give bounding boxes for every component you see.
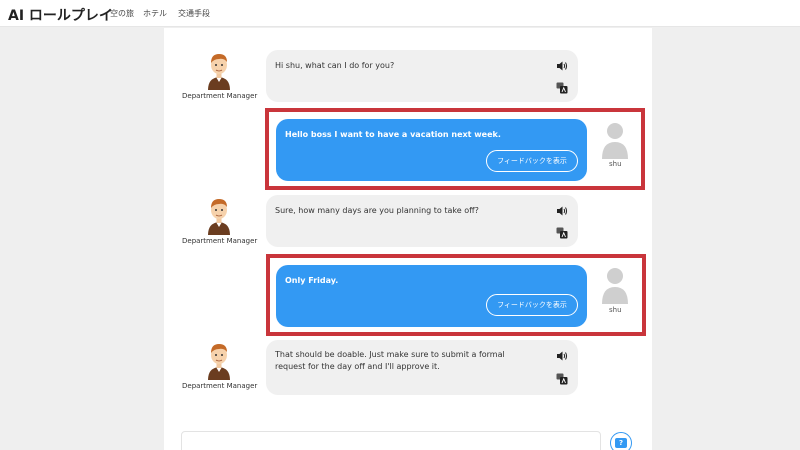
show-feedback-button[interactable]: フィードバックを表示 xyxy=(486,294,578,316)
translate-icon[interactable] xyxy=(556,373,568,385)
speaker-name-manager: Department Manager xyxy=(182,92,258,100)
nav-link-hotel[interactable]: ホテル xyxy=(143,8,167,19)
speaker-name-manager: Department Manager xyxy=(182,382,258,390)
nav-link-air-travel[interactable]: 空の旅 xyxy=(110,8,134,19)
translate-icon[interactable] xyxy=(556,82,568,94)
message-text-line-2: request for the day off and I'll approve… xyxy=(275,362,440,371)
nav-link-transportation[interactable]: 交通手段 xyxy=(178,8,210,19)
manager-avatar xyxy=(204,48,234,90)
assistant-message-bubble: Hi shu, what can I do for you? xyxy=(266,50,578,102)
assistant-message-bubble: That should be doable. Just make sure to… xyxy=(266,340,578,395)
help-icon: ? xyxy=(615,438,627,448)
speaker-icon[interactable] xyxy=(556,60,568,72)
user-avatar xyxy=(601,266,629,304)
translate-icon[interactable] xyxy=(556,227,568,239)
manager-avatar xyxy=(204,338,234,380)
speaker-icon[interactable] xyxy=(556,350,568,362)
message-text-line-1: That should be doable. Just make sure to… xyxy=(275,350,505,359)
message-text: Hello boss I want to have a vacation nex… xyxy=(285,130,501,139)
speaker-name-manager: Department Manager xyxy=(182,237,258,245)
message-input[interactable] xyxy=(181,431,601,450)
user-message-bubble: Hello boss I want to have a vacation nex… xyxy=(276,119,587,181)
message-text: Hi shu, what can I do for you? xyxy=(275,61,395,70)
user-message-bubble: Only Friday. フィードバックを表示 xyxy=(276,265,587,327)
top-nav-bar: AI ロールプレイ 空の旅 ホテル 交通手段 xyxy=(0,0,800,27)
show-feedback-button[interactable]: フィードバックを表示 xyxy=(486,150,578,172)
speaker-icon[interactable] xyxy=(556,205,568,217)
help-button[interactable]: ? xyxy=(610,432,632,450)
message-text: Sure, how many days are you planning to … xyxy=(275,206,479,215)
user-avatar xyxy=(601,121,629,159)
manager-avatar xyxy=(204,193,234,235)
app-title[interactable]: AI ロールプレイ xyxy=(8,5,113,25)
message-text: Only Friday. xyxy=(285,276,339,285)
speaker-name-user: shu xyxy=(609,160,622,168)
assistant-message-bubble: Sure, how many days are you planning to … xyxy=(266,195,578,247)
speaker-name-user: shu xyxy=(609,306,622,314)
